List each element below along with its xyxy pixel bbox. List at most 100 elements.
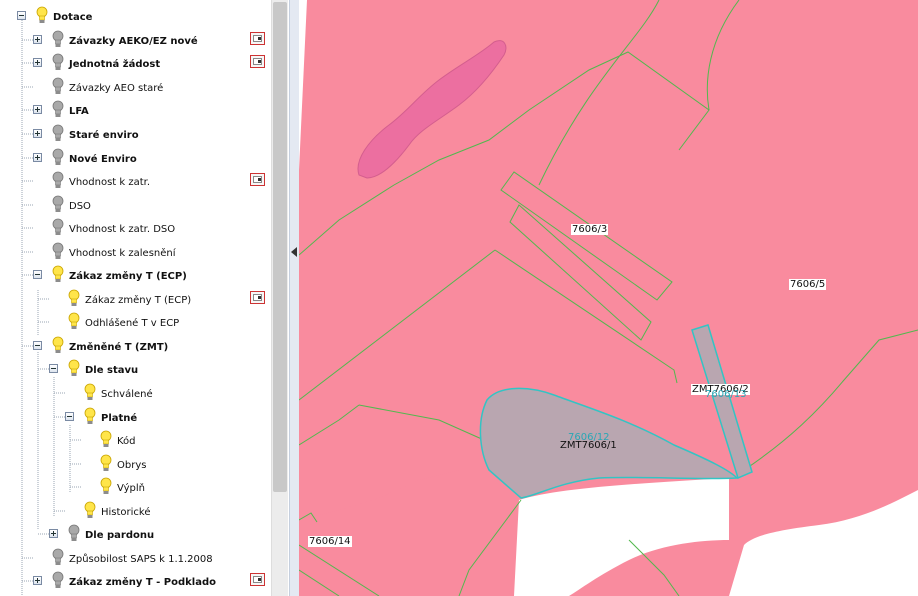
tree-item[interactable]: Závazky AEKO/EZ nové: [0, 30, 270, 52]
lightbulb-icon[interactable]: [52, 148, 64, 168]
expand-plus-icon[interactable]: [49, 529, 58, 538]
tree-item-label[interactable]: Odhlášené T v ECP: [85, 317, 179, 331]
tree-item[interactable]: Dle stavu: [0, 359, 270, 381]
map-canvas[interactable]: [299, 0, 918, 596]
legend-icon[interactable]: [250, 573, 265, 586]
tree-item[interactable]: Obrys: [0, 454, 270, 476]
parcel-label-7606-13: 7606/13: [705, 389, 747, 400]
lightbulb-icon[interactable]: [52, 124, 64, 144]
expand-plus-icon[interactable]: [33, 153, 42, 162]
lightbulb-icon[interactable]: [100, 430, 112, 450]
tree-item-label[interactable]: Závazky AEKO/EZ nové: [69, 35, 198, 49]
tree-item[interactable]: DSO: [0, 195, 270, 217]
tree-item-label[interactable]: Schválené: [101, 388, 153, 402]
lightbulb-icon[interactable]: [68, 289, 80, 309]
legend-icon[interactable]: [250, 32, 265, 45]
tree-item-label[interactable]: Vhodnost k zalesnění: [69, 247, 176, 261]
collapse-minus-icon[interactable]: [49, 364, 58, 373]
tree-item[interactable]: Jednotná žádost: [0, 53, 270, 75]
lightbulb-icon[interactable]: [100, 454, 112, 474]
expand-plus-icon[interactable]: [33, 105, 42, 114]
lightbulb-icon[interactable]: [52, 571, 64, 591]
tree-item[interactable]: Odhlášené T v ECP: [0, 312, 270, 334]
legend-icon[interactable]: [250, 173, 265, 186]
tree-item[interactable]: Staré enviro: [0, 124, 270, 146]
lightbulb-icon[interactable]: [36, 6, 48, 26]
tree-item[interactable]: Platné: [0, 407, 270, 429]
lightbulb-icon[interactable]: [52, 77, 64, 97]
tree-item-label[interactable]: Vhodnost k zatr. DSO: [69, 223, 175, 237]
tree-item-label[interactable]: Historické: [101, 506, 151, 520]
lightbulb-icon[interactable]: [52, 100, 64, 120]
tree-item[interactable]: Změněné T (ZMT): [0, 336, 270, 358]
tree-item-label[interactable]: Staré enviro: [69, 129, 139, 143]
lightbulb-icon[interactable]: [100, 477, 112, 497]
tree-item[interactable]: Zákaz změny T (ECP): [0, 265, 270, 287]
lightbulb-icon[interactable]: [52, 218, 64, 238]
tree-item-label[interactable]: Zákaz změny T (ECP): [85, 294, 191, 308]
tree-item[interactable]: Vhodnost k zalesnění: [0, 242, 270, 264]
lightbulb-icon[interactable]: [52, 195, 64, 215]
lightbulb-icon[interactable]: [52, 53, 64, 73]
tree-item[interactable]: Zákaz změny T (ECP): [0, 289, 270, 311]
lightbulb-icon[interactable]: [52, 242, 64, 262]
tree-item[interactable]: Závazky AEO staré: [0, 77, 270, 99]
tree-item[interactable]: Nové Enviro: [0, 148, 270, 170]
tree-item-label[interactable]: Jednotná žádost: [69, 58, 160, 72]
collapse-minus-icon[interactable]: [65, 412, 74, 421]
tree-item[interactable]: Schválené: [0, 383, 270, 405]
tree-item[interactable]: Dotace: [0, 6, 270, 28]
tree-item-label[interactable]: LFA: [69, 105, 89, 119]
lightbulb-icon[interactable]: [68, 359, 80, 379]
scrollbar-thumb[interactable]: [273, 2, 287, 492]
tree-item[interactable]: Kód: [0, 430, 270, 452]
tree-item[interactable]: Historické: [0, 501, 270, 523]
expand-plus-icon[interactable]: [33, 35, 42, 44]
parcel-label-7606-14: 7606/14: [308, 536, 352, 547]
expand-plus-icon[interactable]: [33, 129, 42, 138]
lightbulb-icon[interactable]: [84, 383, 96, 403]
tree-item-label[interactable]: Výplň: [117, 482, 145, 496]
tree-item-label[interactable]: Obrys: [117, 459, 146, 473]
tree-item-label[interactable]: Vhodnost k zatr.: [69, 176, 150, 190]
tree-item-label[interactable]: Kód: [117, 435, 136, 449]
tree-item[interactable]: Zákaz změny T - Podklado: [0, 571, 270, 593]
tree-item-label[interactable]: Způsobilost SAPS k 1.1.2008: [69, 553, 213, 567]
parcel-label-7606-5: 7606/5: [789, 279, 827, 290]
tree-scrollbar[interactable]: [271, 0, 288, 596]
legend-icon[interactable]: [250, 291, 265, 304]
expand-plus-icon[interactable]: [33, 576, 42, 585]
lightbulb-icon[interactable]: [52, 336, 64, 356]
tree-item[interactable]: Výplň: [0, 477, 270, 499]
lightbulb-icon[interactable]: [52, 265, 64, 285]
tree-item-label[interactable]: Závazky AEO staré: [69, 82, 163, 96]
tree-item-label[interactable]: Zákaz změny T - Podklado: [69, 576, 216, 590]
lightbulb-icon[interactable]: [68, 524, 80, 544]
lightbulb-icon[interactable]: [52, 30, 64, 50]
tree-item-label[interactable]: Dotace: [53, 11, 92, 25]
collapse-minus-icon[interactable]: [17, 11, 26, 20]
lightbulb-icon[interactable]: [52, 548, 64, 568]
tree-item[interactable]: Způsobilost SAPS k 1.1.2008: [0, 548, 270, 570]
tree-item-label[interactable]: DSO: [69, 200, 91, 214]
legend-icon[interactable]: [250, 55, 265, 68]
tree-item-label[interactable]: Dle pardonu: [85, 529, 154, 543]
tree-item[interactable]: LFA: [0, 100, 270, 122]
lightbulb-icon[interactable]: [84, 407, 96, 427]
collapse-arrow-icon[interactable]: [291, 247, 297, 257]
expand-plus-icon[interactable]: [33, 58, 42, 67]
map-view[interactable]: 7606/3 7606/5 ZMT7606/2 7606/13 7606/12 …: [299, 0, 918, 596]
tree-item-label[interactable]: Platné: [101, 412, 137, 426]
tree-item[interactable]: Dle pardonu: [0, 524, 270, 546]
lightbulb-icon[interactable]: [68, 312, 80, 332]
tree-item[interactable]: Vhodnost k zatr. DSO: [0, 218, 270, 240]
lightbulb-icon[interactable]: [84, 501, 96, 521]
collapse-minus-icon[interactable]: [33, 270, 42, 279]
collapse-minus-icon[interactable]: [33, 341, 42, 350]
tree-item-label[interactable]: Nové Enviro: [69, 153, 137, 167]
tree-item-label[interactable]: Zákaz změny T (ECP): [69, 270, 187, 284]
tree-item[interactable]: Vhodnost k zatr.: [0, 171, 270, 193]
lightbulb-icon[interactable]: [52, 171, 64, 191]
tree-item-label[interactable]: Dle stavu: [85, 364, 138, 378]
tree-item-label[interactable]: Změněné T (ZMT): [69, 341, 168, 355]
